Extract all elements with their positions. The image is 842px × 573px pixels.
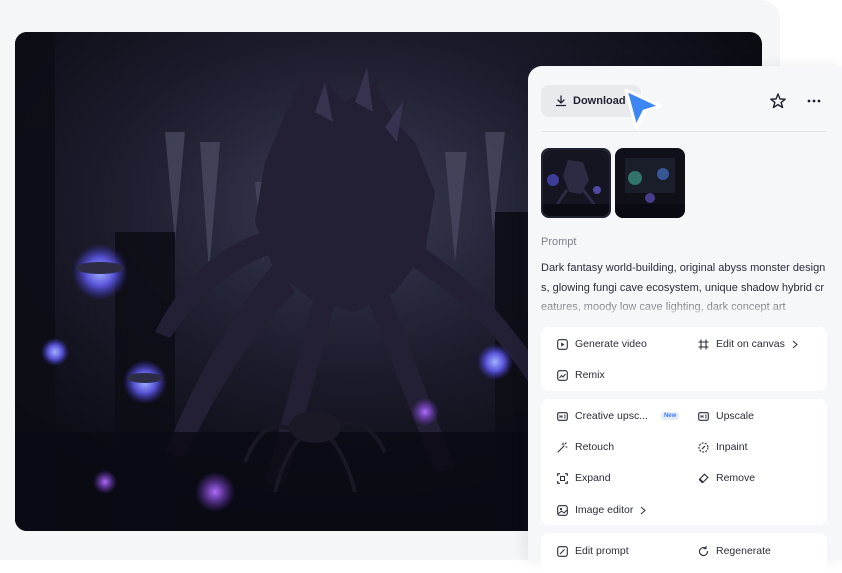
new-badge: New xyxy=(660,412,680,420)
remove-button[interactable]: Remove xyxy=(698,472,755,484)
chevron-right-icon xyxy=(792,340,798,348)
edit-prompt-button[interactable]: Edit prompt xyxy=(557,545,629,557)
edit-on-canvas-button[interactable]: Edit on canvas xyxy=(698,338,798,350)
expand-button[interactable]: Expand xyxy=(557,472,611,484)
inpaint-button[interactable]: Inpaint xyxy=(698,441,748,453)
pointer-cursor-icon xyxy=(624,88,663,131)
panel-toolbar: Download xyxy=(541,85,827,117)
eraser-icon xyxy=(698,472,709,483)
retouch-button[interactable]: Retouch xyxy=(557,441,614,453)
more-horizontal-icon[interactable] xyxy=(805,92,823,110)
remix-button[interactable]: Remix xyxy=(557,369,605,381)
thumbnail-selected[interactable] xyxy=(541,148,611,218)
hd-upscale-icon xyxy=(557,411,568,421)
prompt-fade xyxy=(541,294,831,320)
crop-frame-icon xyxy=(698,339,709,349)
actions-card-primary: Generate video Edit on canvas Remix xyxy=(541,327,827,391)
image-edit-icon xyxy=(557,504,568,516)
prompt-label: Prompt xyxy=(541,236,577,248)
hd-icon xyxy=(698,411,709,421)
panel-divider xyxy=(541,131,827,132)
thumbnail-alternate[interactable] xyxy=(615,148,685,218)
regenerate-button[interactable]: Regenerate xyxy=(698,545,771,557)
generate-video-button[interactable]: Generate video xyxy=(557,338,647,350)
brush-icon xyxy=(698,441,709,453)
refresh-icon xyxy=(699,545,709,556)
expand-frame-icon xyxy=(557,472,568,484)
download-icon xyxy=(555,95,567,107)
play-video-icon xyxy=(557,338,568,350)
magic-wand-icon xyxy=(557,441,568,453)
chevron-right-icon xyxy=(641,506,647,514)
star-icon[interactable] xyxy=(769,92,787,110)
remix-image-icon xyxy=(557,369,568,381)
edit-prompt-icon xyxy=(557,545,568,557)
creative-upscale-button[interactable]: Creative upsc... New xyxy=(557,410,680,422)
image-editor-button[interactable]: Image editor xyxy=(557,504,647,516)
image-details-panel: Download Prompt Dark fantasy world-build… xyxy=(528,66,842,573)
actions-card-edit: Creative upsc... New Upscale Retouch Inp… xyxy=(541,399,827,525)
actions-card-bottom: Edit prompt Regenerate xyxy=(541,533,827,573)
upscale-button[interactable]: Upscale xyxy=(698,410,754,422)
